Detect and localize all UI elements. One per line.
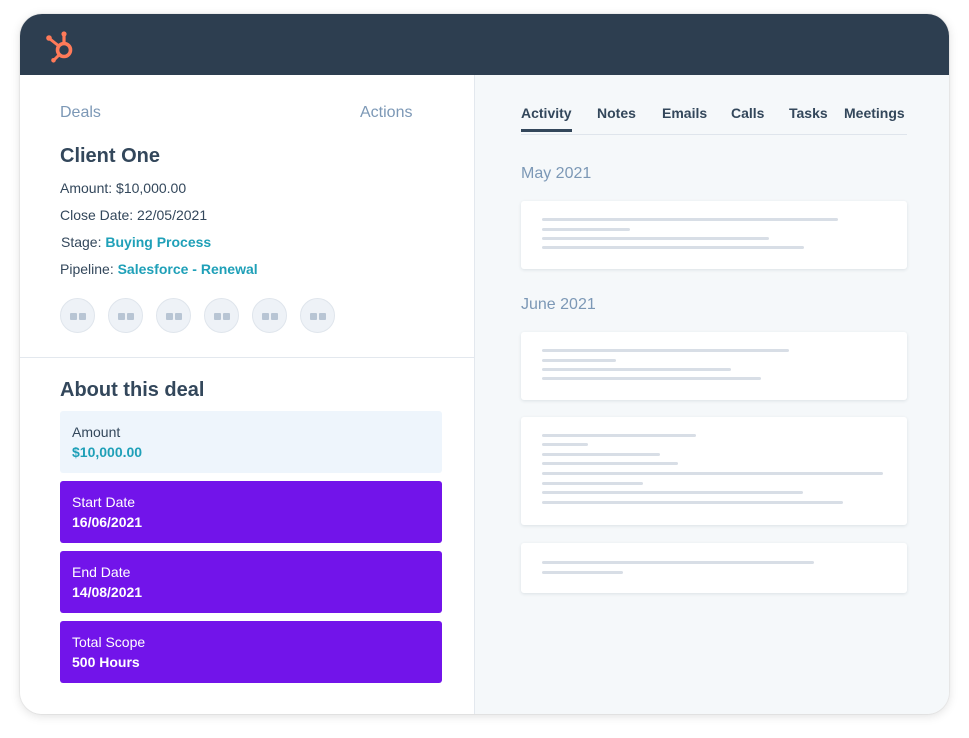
- placeholder-icon: [70, 313, 77, 320]
- text-placeholder-line: [542, 571, 623, 574]
- close-date-label: Close Date:: [60, 207, 134, 223]
- text-placeholder-line: [542, 443, 588, 446]
- property-value: 14/08/2021: [72, 584, 143, 600]
- placeholder-icon: [127, 313, 134, 320]
- placeholder-icon: [310, 313, 317, 320]
- quick-action-button-3[interactable]: [156, 298, 191, 333]
- placeholder-icon: [79, 313, 86, 320]
- placeholder-icon: [223, 313, 230, 320]
- tab-tasks[interactable]: Tasks: [789, 105, 828, 121]
- text-placeholder-line: [542, 453, 660, 456]
- top-navigation-bar: [20, 14, 949, 75]
- deal-name: Client One: [60, 145, 161, 167]
- property-value: 16/06/2021: [72, 514, 143, 530]
- activity-card[interactable]: [521, 543, 907, 593]
- pipeline-label: Pipeline:: [60, 261, 114, 277]
- deal-sidebar: Deals Actions Client One Amount: $10,000…: [20, 75, 475, 714]
- stage-label: Stage:: [61, 234, 102, 250]
- property-label: Amount: [72, 424, 121, 440]
- text-placeholder-line: [542, 482, 643, 485]
- hubspot-sprocket-icon[interactable]: [44, 29, 78, 63]
- property-end-date[interactable]: End Date 14/08/2021: [60, 551, 442, 613]
- activity-card[interactable]: [521, 201, 907, 269]
- placeholder-icon: [175, 313, 182, 320]
- text-placeholder-line: [542, 228, 630, 231]
- deal-close-date-field: Close Date: 22/05/2021: [60, 207, 207, 223]
- deal-amount-field: Amount: $10,000.00: [60, 180, 186, 196]
- timeline-month-heading: May 2021: [521, 165, 592, 182]
- activity-tabs: Activity Notes Emails Calls Tasks Meetin…: [521, 102, 907, 135]
- text-placeholder-line: [542, 472, 883, 475]
- amount-label: Amount:: [60, 180, 113, 196]
- tab-notes[interactable]: Notes: [597, 105, 636, 121]
- text-placeholder-line: [542, 246, 804, 249]
- pipeline-value-link[interactable]: Salesforce - Renewal: [118, 261, 258, 277]
- text-placeholder-line: [542, 359, 616, 362]
- text-placeholder-line: [542, 501, 843, 504]
- text-placeholder-line: [542, 237, 769, 240]
- property-value: 500 Hours: [72, 654, 140, 670]
- deal-pipeline-field: Pipeline: Salesforce - Renewal: [60, 261, 258, 277]
- quick-action-button-6[interactable]: [300, 298, 335, 333]
- about-section-title: About this deal: [60, 379, 205, 401]
- tab-activity[interactable]: Activity: [521, 105, 572, 132]
- activity-card[interactable]: [521, 417, 907, 525]
- quick-action-button-5[interactable]: [252, 298, 287, 333]
- text-placeholder-line: [542, 368, 731, 371]
- tab-emails[interactable]: Emails: [662, 105, 707, 121]
- property-total-scope[interactable]: Total Scope 500 Hours: [60, 621, 442, 683]
- placeholder-icon: [262, 313, 269, 320]
- property-start-date[interactable]: Start Date 16/06/2021: [60, 481, 442, 543]
- quick-action-button-1[interactable]: [60, 298, 95, 333]
- activity-card[interactable]: [521, 332, 907, 400]
- section-divider: [20, 357, 475, 358]
- placeholder-icon: [214, 313, 221, 320]
- quick-action-button-4[interactable]: [204, 298, 239, 333]
- text-placeholder-line: [542, 349, 789, 352]
- text-placeholder-line: [542, 434, 696, 437]
- text-placeholder-line: [542, 491, 803, 494]
- app-window: Deals Actions Client One Amount: $10,000…: [20, 14, 949, 714]
- property-label: Start Date: [72, 494, 136, 510]
- placeholder-icon: [271, 313, 278, 320]
- close-date-value: 22/05/2021: [137, 207, 208, 223]
- deal-stage-field: Stage: Buying Process: [61, 234, 211, 250]
- quick-action-button-2[interactable]: [108, 298, 143, 333]
- text-placeholder-line: [542, 462, 678, 465]
- text-placeholder-line: [542, 218, 838, 221]
- stage-value-link[interactable]: Buying Process: [105, 234, 211, 250]
- actions-menu-button[interactable]: Actions: [360, 104, 412, 122]
- property-label: End Date: [72, 564, 131, 580]
- deals-back-link[interactable]: Deals: [60, 104, 101, 122]
- placeholder-icon: [118, 313, 125, 320]
- text-placeholder-line: [542, 561, 814, 564]
- amount-value: $10,000.00: [116, 180, 187, 196]
- placeholder-icon: [166, 313, 173, 320]
- property-value: $10,000.00: [72, 444, 143, 460]
- property-amount[interactable]: Amount $10,000.00: [60, 411, 442, 473]
- property-label: Total Scope: [72, 634, 146, 650]
- tab-calls[interactable]: Calls: [731, 105, 764, 121]
- text-placeholder-line: [542, 377, 761, 380]
- placeholder-icon: [319, 313, 326, 320]
- activity-panel: Activity Notes Emails Calls Tasks Meetin…: [475, 75, 949, 714]
- tab-meetings[interactable]: Meetings: [844, 105, 905, 121]
- timeline-month-heading: June 2021: [521, 296, 596, 313]
